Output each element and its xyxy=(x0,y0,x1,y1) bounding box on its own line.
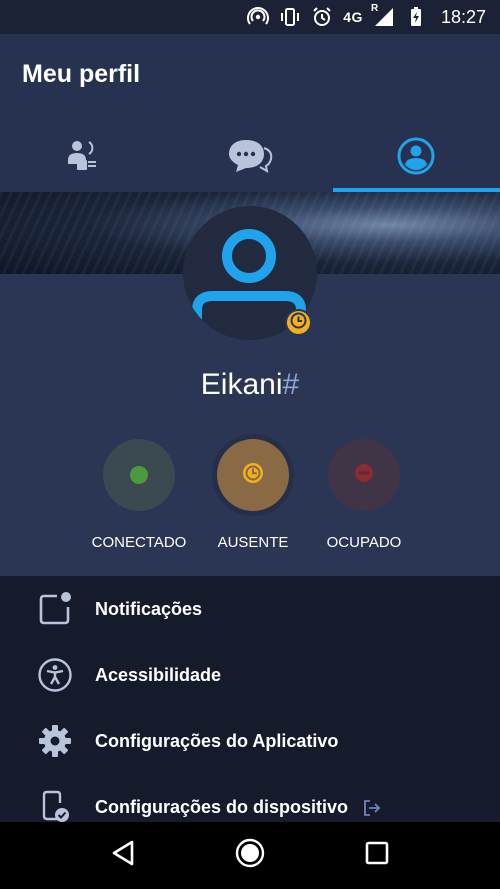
menu-label-app-settings: Configurações do Aplicativo xyxy=(95,730,339,751)
tab-profile[interactable] xyxy=(333,124,500,192)
tab-bar xyxy=(0,124,500,192)
notification-icon xyxy=(36,590,74,628)
chat-icon xyxy=(226,136,274,181)
menu-item-accessibility[interactable]: Acessibilidade xyxy=(0,642,500,708)
status-online-circle xyxy=(103,439,175,511)
back-button[interactable] xyxy=(98,831,148,881)
clock-icon xyxy=(242,462,264,489)
menu-label-device-settings: Configurações do dispositivo xyxy=(95,796,349,817)
recents-icon xyxy=(365,841,389,870)
menu-item-app-settings[interactable]: Configurações do Aplicativo xyxy=(0,708,500,774)
busy-icon xyxy=(354,463,374,488)
back-icon xyxy=(110,839,136,872)
external-link-icon xyxy=(362,798,382,823)
away-badge xyxy=(285,309,312,336)
profile-icon xyxy=(396,136,436,181)
clock-time: 18:27 xyxy=(440,6,486,27)
status-busy-label: OCUPADO xyxy=(326,534,402,551)
network-type: 4G xyxy=(343,9,363,25)
signal-icon: R xyxy=(370,3,395,28)
contacts-icon xyxy=(63,136,103,181)
home-icon xyxy=(234,837,266,874)
status-busy-button[interactable] xyxy=(323,434,405,516)
battery-charging-icon xyxy=(405,6,427,28)
gear-icon xyxy=(36,722,74,760)
status-away-button[interactable] xyxy=(212,434,294,516)
system-nav-bar xyxy=(0,822,500,889)
hotspot-icon xyxy=(247,6,270,28)
username: Eikani# xyxy=(0,368,500,402)
menu-label-notifications: Notificações xyxy=(95,598,203,619)
recents-button[interactable] xyxy=(352,831,402,881)
page-title: Meu perfil xyxy=(22,60,141,88)
settings-menu: Notificações Acessibilidade Configuraçõe… xyxy=(0,576,500,822)
status-away-circle xyxy=(217,439,289,511)
tab-chat[interactable] xyxy=(167,124,334,192)
tab-contacts[interactable] xyxy=(0,124,167,192)
home-button[interactable] xyxy=(225,831,275,881)
vibrate-icon xyxy=(279,6,301,28)
app-bar: Meu perfil xyxy=(0,34,500,192)
status-busy-circle xyxy=(328,439,400,511)
alarm-icon xyxy=(311,6,333,28)
clock-icon xyxy=(290,312,307,334)
username-suffix: # xyxy=(282,368,300,401)
accessibility-icon xyxy=(36,656,74,694)
menu-item-notifications[interactable]: Notificações xyxy=(0,576,500,642)
online-dot-icon xyxy=(130,466,148,484)
device-settings-icon xyxy=(36,788,74,826)
roaming-indicator: R xyxy=(370,3,379,14)
username-text: Eikani xyxy=(200,368,283,401)
status-bar: 4G R 18:27 xyxy=(0,0,500,34)
status-online-button[interactable] xyxy=(98,434,180,516)
menu-label-accessibility: Acessibilidade xyxy=(95,664,222,685)
